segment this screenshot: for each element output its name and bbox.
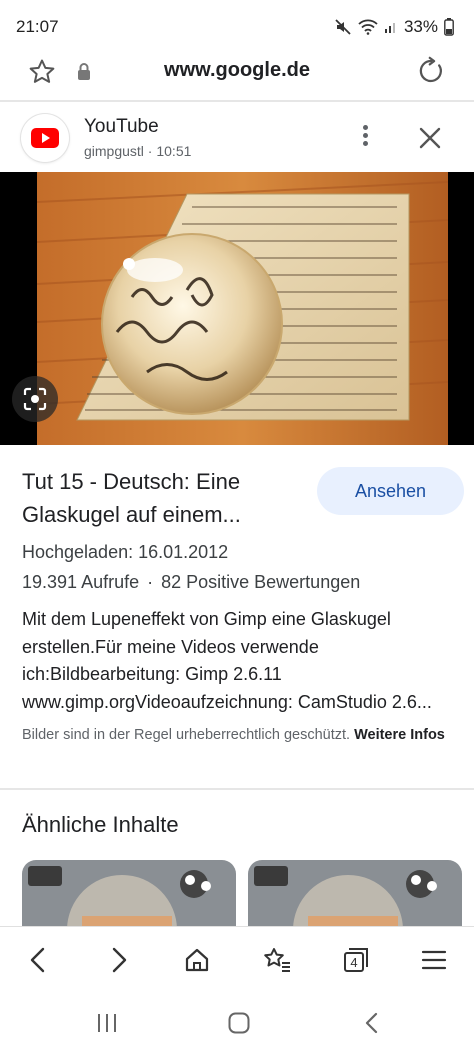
source-name[interactable]: YouTube — [84, 116, 159, 138]
stats-line: 19.391 Aufrufe · 82 Positive Bewertungen — [22, 572, 360, 593]
browser-toolbar: 4 — [0, 926, 474, 992]
description-line: ich:Bildbearbeitung: Gimp 2.6.11 — [22, 664, 282, 684]
battery-icon — [444, 18, 454, 36]
youtube-logo-icon[interactable] — [21, 114, 69, 162]
address-bar: www.google.de — [0, 46, 474, 98]
google-lens-icon[interactable] — [12, 376, 58, 422]
home-icon[interactable] — [180, 943, 214, 977]
copyright-notice: Bilder sind in der Regel urheberrechtlic… — [22, 724, 462, 746]
thumbnail-image — [37, 172, 448, 445]
upload-date: Hochgeladen: 16.01.2012 — [22, 542, 229, 562]
copyright-text: Bilder sind in der Regel urheberrechtlic… — [22, 727, 351, 743]
menu-icon[interactable] — [417, 943, 451, 977]
system-back-icon[interactable] — [357, 1008, 387, 1038]
related-thumbnail[interactable] — [248, 860, 462, 928]
status-time: 21:07 — [16, 17, 59, 36]
back-icon[interactable] — [21, 943, 55, 977]
url-field[interactable]: www.google.de — [0, 59, 474, 82]
recent-apps-icon[interactable] — [92, 1008, 122, 1038]
reload-icon[interactable] — [416, 56, 446, 86]
description-line: erstellen.Für meine Videos verwende — [22, 636, 319, 657]
tabs-icon[interactable]: 4 — [339, 943, 373, 977]
title-line-2: Glaskugel auf einem... — [22, 502, 241, 527]
close-icon[interactable] — [417, 125, 443, 151]
tabs-count: 4 — [350, 955, 357, 970]
source-meta: gimpgustl · 10:51 — [84, 143, 192, 159]
video-thumbnail[interactable] — [0, 172, 474, 445]
wifi-icon — [358, 19, 378, 35]
like-count: 82 Positive Bewertungen — [161, 572, 361, 592]
result-title[interactable]: Tut 15 - Deutsch: Eine Glaskugel auf ein… — [22, 465, 307, 531]
watch-button[interactable]: Ansehen — [317, 467, 464, 515]
related-thumbnail[interactable] — [22, 860, 236, 928]
forward-icon[interactable] — [102, 943, 136, 977]
view-count: 19.391 Aufrufe — [22, 572, 140, 592]
mute-icon — [335, 19, 351, 35]
description-line: www.gimp.orgVideoaufzeichnung: CamStudio… — [22, 691, 432, 712]
source-header: YouTube gimpgustl · 10:51 — [0, 102, 474, 172]
title-line-1: Tut 15 - Deutsch: Eine — [22, 469, 241, 494]
status-indicators: 33% — [334, 17, 454, 37]
related-heading: Ähnliche Inhalte — [22, 812, 179, 837]
more-info-link[interactable]: Weitere Infos — [354, 727, 445, 743]
description-line: Mit dem Lupeneffekt von Gimp eine Glasku… — [22, 609, 391, 629]
more-vert-icon[interactable] — [352, 122, 378, 154]
bookmarks-icon[interactable] — [260, 943, 294, 977]
system-navigation — [0, 992, 474, 1053]
description: Mit dem Lupeneffekt von Gimp eine Glasku… — [22, 606, 462, 716]
divider — [0, 788, 474, 790]
separator-dot: · — [147, 572, 154, 592]
signal-icon — [384, 23, 395, 33]
battery-percent: 33% — [403, 17, 438, 36]
system-home-icon[interactable] — [224, 1008, 254, 1038]
